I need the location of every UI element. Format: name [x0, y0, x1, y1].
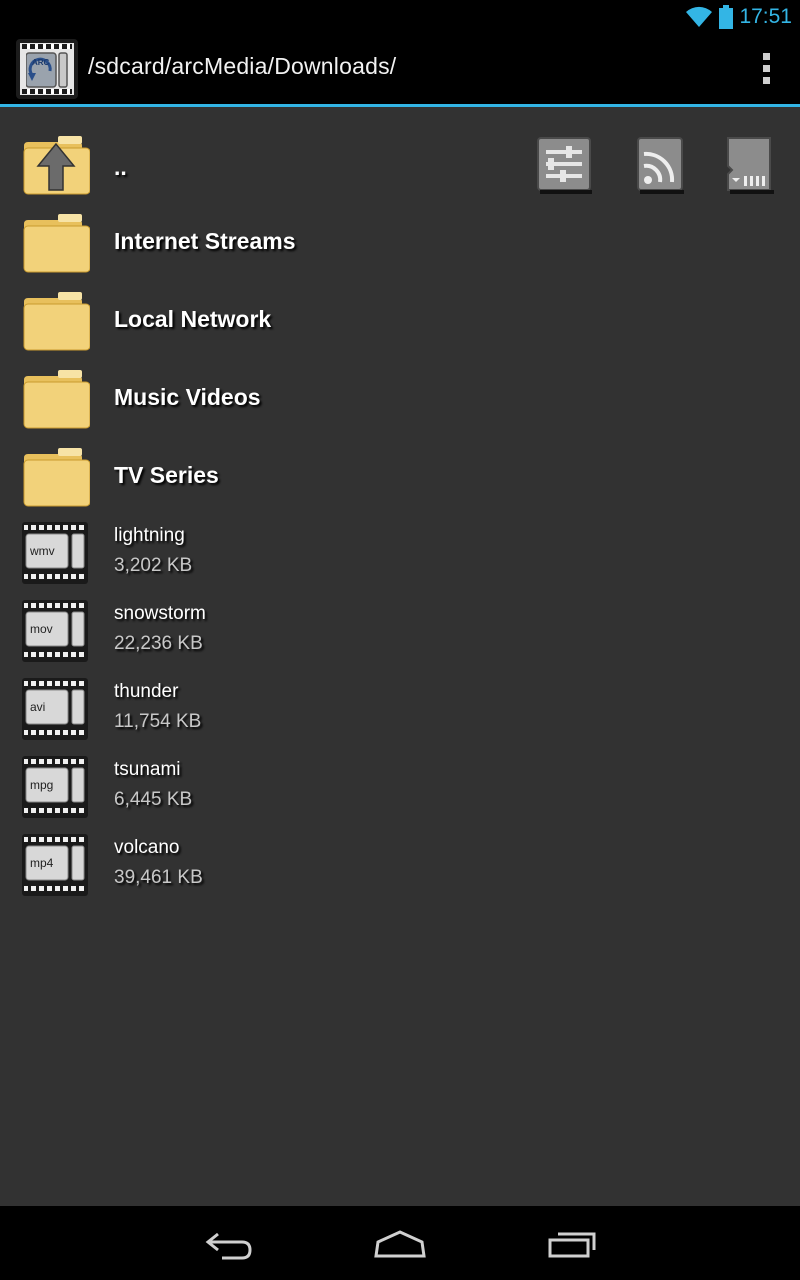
file-size: 22,236 KB: [114, 633, 203, 654]
file-row[interactable]: mov snowstorm 22,236 KB: [0, 596, 800, 674]
back-button[interactable]: [200, 1224, 260, 1264]
file-name: lightning: [114, 525, 185, 546]
file-name: volcano: [114, 837, 180, 858]
file-size: 39,461 KB: [114, 867, 203, 888]
video-file-icon: mov: [22, 600, 88, 664]
file-row[interactable]: mpg tsunami 6,445 KB: [0, 752, 800, 830]
recent-apps-icon: [548, 1232, 596, 1258]
rss-feed-icon: [637, 137, 684, 194]
video-file-icon: avi: [22, 678, 88, 742]
clock: 17:51: [739, 5, 792, 28]
folder-icon: [23, 370, 90, 429]
file-name: thunder: [114, 681, 179, 702]
video-file-icon: mpg: [22, 756, 88, 820]
rss-feed-button[interactable]: [636, 136, 692, 194]
file-size: 3,202 KB: [114, 555, 193, 576]
sd-card-icon: [727, 137, 774, 194]
file-extension-label: wmv: [30, 544, 55, 558]
file-size: 11,754 KB: [114, 711, 202, 732]
file-size: 6,445 KB: [114, 789, 193, 810]
navigation-bar: [0, 1206, 800, 1280]
video-file-icon: wmv: [22, 522, 88, 586]
file-name: snowstorm: [114, 603, 206, 624]
status-bar: 17:51: [0, 0, 800, 34]
folder-label: Local Network: [114, 306, 272, 332]
folder-up-icon: [23, 136, 90, 195]
folder-row[interactable]: TV Series: [0, 440, 800, 518]
settings-sliders-icon: [537, 137, 592, 194]
settings-button[interactable]: [536, 136, 592, 194]
folder-label: Internet Streams: [114, 228, 296, 254]
folder-label: Music Videos: [114, 384, 261, 410]
folder-icon: [23, 448, 90, 507]
file-extension-label: mp4: [30, 856, 54, 870]
wifi-icon: [686, 6, 713, 27]
overflow-menu-button[interactable]: [756, 48, 776, 88]
file-name: tsunami: [114, 759, 181, 780]
home-icon: [374, 1230, 426, 1258]
file-extension-label: mpg: [30, 778, 54, 792]
sd-card-button[interactable]: [726, 136, 782, 194]
file-extension-label: avi: [30, 700, 46, 714]
home-button[interactable]: [370, 1224, 430, 1264]
folder-label: TV Series: [114, 462, 219, 488]
folder-icon: [23, 292, 90, 351]
app-logo-icon[interactable]: ARC: [16, 39, 78, 99]
file-row[interactable]: mp4 volcano 39,461 KB: [0, 830, 800, 908]
battery-icon: [719, 5, 734, 29]
recent-apps-button[interactable]: [542, 1224, 602, 1264]
folder-row[interactable]: Internet Streams: [0, 206, 800, 284]
folder-icon: [23, 214, 90, 273]
back-icon: [205, 1232, 252, 1260]
file-row[interactable]: wmv lightning 3,202 KB: [0, 518, 800, 596]
video-file-icon: mp4: [22, 834, 88, 898]
file-row[interactable]: avi thunder 11,754 KB: [0, 674, 800, 752]
folder-row[interactable]: Local Network: [0, 284, 800, 362]
current-path: /sdcard/arcMedia/Downloads/: [88, 53, 397, 79]
svg-text:ARC: ARC: [32, 58, 50, 67]
parent-directory-label: ..: [114, 154, 127, 180]
action-bar: ARC /sdcard/arcMedia/Downloads/: [0, 34, 800, 107]
folder-row[interactable]: Music Videos: [0, 362, 800, 440]
status-icons: 17:51: [685, 4, 792, 30]
file-extension-label: mov: [30, 622, 53, 636]
